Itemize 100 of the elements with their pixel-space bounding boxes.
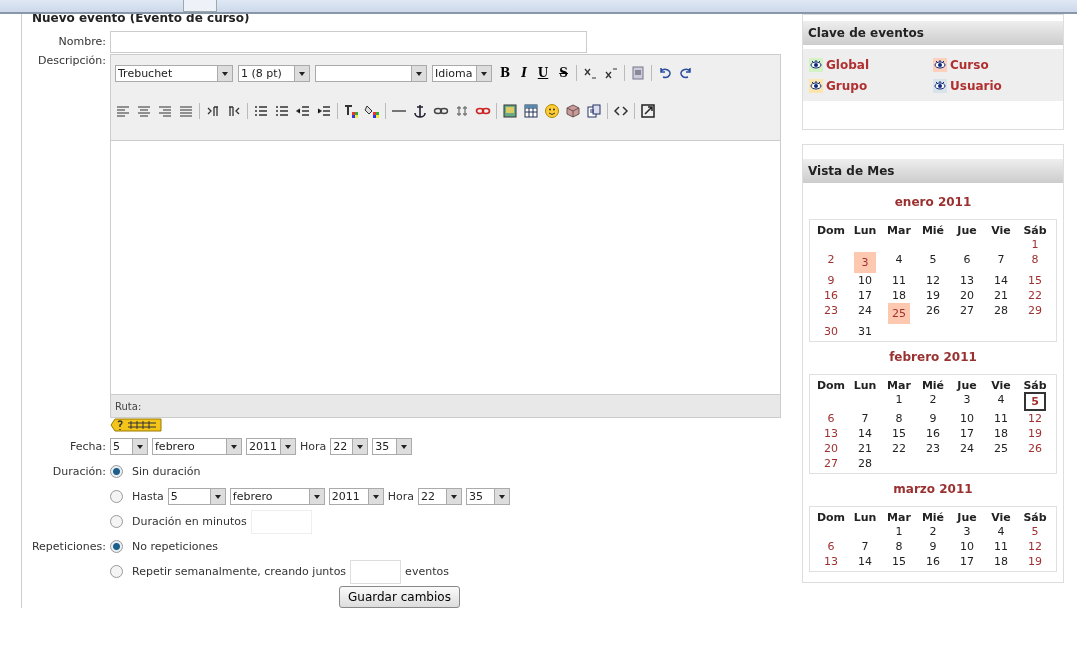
- event-type-link[interactable]: Grupo: [826, 78, 868, 93]
- language-select[interactable]: Idioma: [432, 64, 492, 82]
- calendar-day[interactable]: 30: [820, 324, 842, 339]
- calendar-day[interactable]: 19: [1024, 426, 1046, 441]
- eye-icon[interactable]: [809, 78, 823, 93]
- calendar-day[interactable]: 10: [956, 539, 978, 554]
- format-button[interactable]: U: [534, 66, 552, 80]
- calendar-day[interactable]: 8: [888, 539, 910, 554]
- description-field[interactable]: [110, 140, 781, 395]
- calendar-day[interactable]: 27: [820, 456, 842, 471]
- rtl-icon[interactable]: [226, 103, 242, 119]
- size-select[interactable]: 1 (8 pt): [238, 64, 310, 82]
- calendar-day[interactable]: 22: [888, 441, 910, 456]
- calendar-day[interactable]: 19: [1024, 554, 1046, 569]
- calendar-day[interactable]: 1: [888, 392, 910, 411]
- numbered-list-icon[interactable]: [253, 103, 269, 119]
- month-title-link[interactable]: enero 2011: [803, 187, 1063, 219]
- calendar-day[interactable]: 17: [854, 288, 876, 303]
- redo-icon[interactable]: [677, 65, 694, 81]
- bullet-list-icon[interactable]: [274, 103, 290, 119]
- calendar-day[interactable]: 28: [990, 303, 1012, 324]
- align-right-icon[interactable]: [157, 103, 173, 119]
- radio-button[interactable]: [110, 515, 123, 528]
- format-button[interactable]: S: [556, 66, 571, 80]
- calendar-day[interactable]: 3: [854, 252, 876, 273]
- calendar-day[interactable]: 20: [820, 441, 842, 456]
- year-select[interactable]: 2011: [246, 438, 296, 455]
- calendar-day[interactable]: 5: [1024, 524, 1046, 539]
- calendar-day[interactable]: 12: [922, 273, 944, 288]
- format-button[interactable]: B: [497, 66, 514, 80]
- calendar-day[interactable]: 7: [990, 252, 1012, 273]
- calendar-day[interactable]: 3: [956, 524, 978, 539]
- cube-icon[interactable]: [565, 103, 581, 119]
- calendar-day[interactable]: 13: [820, 426, 842, 441]
- calendar-day[interactable]: 11: [888, 273, 910, 288]
- calendar-day[interactable]: 20: [956, 288, 978, 303]
- calendar-day[interactable]: 3: [956, 392, 978, 411]
- image-icon[interactable]: [502, 103, 518, 119]
- indent-icon[interactable]: [316, 103, 332, 119]
- calendar-day[interactable]: 19: [922, 288, 944, 303]
- calendar-day[interactable]: 4: [990, 524, 1012, 539]
- month-title-link[interactable]: marzo 2011: [803, 474, 1063, 506]
- radio-button[interactable]: [110, 540, 123, 553]
- calendar-day[interactable]: 27: [956, 303, 978, 324]
- table-icon[interactable]: [523, 103, 539, 119]
- clipboard-icon[interactable]: [629, 65, 646, 81]
- anchor-icon[interactable]: [412, 103, 428, 119]
- minute-select[interactable]: 35: [372, 438, 413, 455]
- calendar-day[interactable]: 7: [854, 539, 876, 554]
- calendar-day[interactable]: 10: [854, 273, 876, 288]
- calendar-day[interactable]: 18: [888, 288, 910, 303]
- calendar-day[interactable]: 13: [956, 273, 978, 288]
- calendar-day[interactable]: 10: [956, 411, 978, 426]
- calendar-day[interactable]: 15: [888, 554, 910, 569]
- calendar-day[interactable]: 1: [1024, 237, 1046, 252]
- calendar-day[interactable]: 28: [854, 456, 876, 471]
- calendar-day[interactable]: 23: [922, 441, 944, 456]
- save-button[interactable]: Guardar cambios: [339, 586, 460, 608]
- radio-button[interactable]: [110, 465, 123, 478]
- outdent-icon[interactable]: [295, 103, 311, 119]
- calendar-day[interactable]: 12: [1024, 539, 1046, 554]
- calendar-day[interactable]: 6: [820, 411, 842, 426]
- smiley-icon[interactable]: [544, 103, 560, 119]
- eye-icon[interactable]: [809, 57, 823, 72]
- calendar-day[interactable]: 15: [1024, 273, 1046, 288]
- calendar-day[interactable]: 14: [990, 273, 1012, 288]
- calendar-day[interactable]: 23: [820, 303, 842, 324]
- calendar-day[interactable]: 31: [854, 324, 876, 339]
- month-select[interactable]: febrero: [229, 488, 325, 505]
- calendar-day[interactable]: 21: [990, 288, 1012, 303]
- calendar-day[interactable]: 1: [888, 524, 910, 539]
- align-center-icon[interactable]: [136, 103, 152, 119]
- calendar-day[interactable]: 2: [820, 252, 842, 273]
- calendar-day[interactable]: 2: [922, 392, 944, 411]
- calendar-day[interactable]: 5: [1024, 392, 1046, 411]
- calendar-day[interactable]: 4: [888, 252, 910, 273]
- calendar-day[interactable]: 24: [854, 303, 876, 324]
- calendar-day[interactable]: 16: [820, 288, 842, 303]
- calendar-day[interactable]: 17: [956, 426, 978, 441]
- calendar-day[interactable]: 6: [820, 539, 842, 554]
- calendar-day[interactable]: 5: [922, 252, 944, 273]
- month-select[interactable]: febrero: [152, 438, 242, 455]
- calendar-day[interactable]: 16: [922, 554, 944, 569]
- calendar-day[interactable]: 9: [922, 411, 944, 426]
- calendar-day[interactable]: 21: [854, 441, 876, 456]
- event-type-link[interactable]: Global: [826, 57, 869, 72]
- calendar-day[interactable]: 6: [956, 252, 978, 273]
- radio-button[interactable]: [110, 565, 123, 578]
- help-icon[interactable]: [110, 418, 162, 432]
- calendar-day[interactable]: 14: [854, 426, 876, 441]
- calendar-day[interactable]: 24: [956, 441, 978, 456]
- minute-select[interactable]: 35: [466, 488, 511, 505]
- eye-icon[interactable]: [933, 78, 947, 93]
- calendar-day[interactable]: 2: [922, 524, 944, 539]
- calendar-day[interactable]: 17: [956, 554, 978, 569]
- calendar-day[interactable]: 18: [990, 426, 1012, 441]
- calendar-day[interactable]: 9: [922, 539, 944, 554]
- calendar-day[interactable]: 11: [990, 411, 1012, 426]
- background-color-icon[interactable]: [364, 103, 380, 119]
- ltr-icon[interactable]: [205, 103, 221, 119]
